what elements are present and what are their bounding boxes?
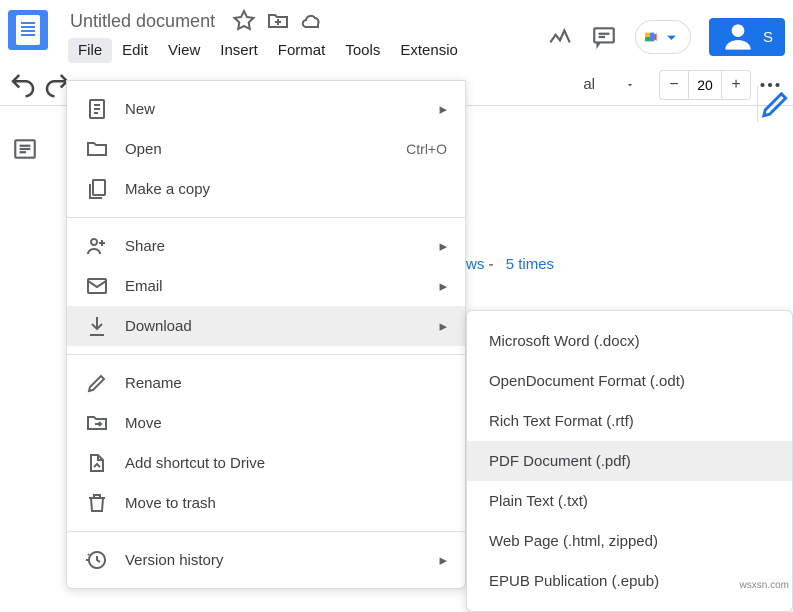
submenu-arrow-icon: ▸ [439,277,447,295]
menu-new[interactable]: New ▸ [67,89,465,129]
menu-label: Download [125,318,439,335]
chevron-down-icon [661,27,682,48]
menu-version-history[interactable]: Version history ▸ [67,540,465,580]
menu-email[interactable]: Email ▸ [67,266,465,306]
menu-rename[interactable]: Rename [67,363,465,403]
download-odt[interactable]: OpenDocument Format (.odt) [467,361,792,401]
submenu-arrow-icon: ▸ [439,551,447,569]
menu-tools[interactable]: Tools [335,38,390,63]
download-html[interactable]: Web Page (.html, zipped) [467,521,792,561]
cloud-saved-icon[interactable] [300,9,324,33]
menu-label: Make a copy [125,181,447,198]
outline-icon[interactable] [12,136,38,162]
menu-separator [67,531,465,532]
history-icon [85,548,109,572]
submenu-arrow-icon: ▸ [439,237,447,255]
folder-icon [85,137,109,161]
menu-label: New [125,101,439,118]
font-size-value[interactable]: 20 [688,71,722,99]
editing-mode-button[interactable] [757,86,793,122]
submenu-arrow-icon: ▸ [439,317,447,335]
font-size-group: − 20 + [659,70,751,100]
star-icon[interactable] [232,9,256,33]
download-icon [85,314,109,338]
move-icon [85,411,109,435]
menu-label: Move to trash [125,495,447,512]
menu-trash[interactable]: Move to trash [67,483,465,523]
document-title[interactable]: Untitled document [64,9,221,34]
menu-label: Move [125,415,447,432]
move-folder-icon[interactable] [266,9,290,33]
download-txt[interactable]: Plain Text (.txt) [467,481,792,521]
download-pdf[interactable]: PDF Document (.pdf) [467,441,792,481]
menu-insert[interactable]: Insert [210,38,268,63]
undo-button[interactable] [8,70,38,100]
menu-label: Version history [125,552,439,569]
meet-button[interactable] [635,20,691,54]
menu-label: Add shortcut to Drive [125,455,447,472]
copy-icon [85,177,109,201]
share-icon [85,234,109,258]
menu-file[interactable]: File [68,38,112,63]
download-rtf[interactable]: Rich Text Format (.rtf) [467,401,792,441]
increase-font-button[interactable]: + [722,71,750,99]
menu-move[interactable]: Move [67,403,465,443]
menu-download[interactable]: Download ▸ [67,306,465,346]
insights-icon[interactable] [547,24,573,50]
submenu-arrow-icon: ▸ [439,100,447,118]
download-submenu: Microsoft Word (.docx) OpenDocument Form… [466,310,793,612]
shortcut-icon [85,451,109,475]
font-name: al [583,76,595,93]
menu-label: Email [125,278,439,295]
menu-view[interactable]: View [158,38,210,63]
menu-label: Rename [125,375,447,392]
menu-format[interactable]: Format [268,38,336,63]
trash-icon [85,491,109,515]
menu-open[interactable]: Open Ctrl+O [67,129,465,169]
menu-separator [67,354,465,355]
rename-icon [85,371,109,395]
menu-label: Open [125,141,406,158]
document-body-text: ws - 5 times [466,256,554,273]
watermark: wsxsn.com [740,580,789,591]
chevron-down-icon [625,80,635,90]
menu-share[interactable]: Share ▸ [67,226,465,266]
font-selector[interactable]: al [575,76,643,93]
decrease-font-button[interactable]: − [660,71,688,99]
menu-extensions[interactable]: Extensio [390,38,468,63]
new-doc-icon [85,97,109,121]
share-label: S [763,29,773,46]
file-menu-dropdown: New ▸ Open Ctrl+O Make a copy Share ▸ Em… [66,80,466,589]
email-icon [85,274,109,298]
comments-icon[interactable] [591,24,617,50]
menu-make-copy[interactable]: Make a copy [67,169,465,209]
menu-edit[interactable]: Edit [112,38,158,63]
menu-add-shortcut[interactable]: Add shortcut to Drive [67,443,465,483]
menu-label: Share [125,238,439,255]
meet-icon [644,25,657,49]
shortcut-text: Ctrl+O [406,141,447,157]
share-button[interactable]: S [709,18,785,56]
person-icon [719,18,757,56]
menu-separator [67,217,465,218]
docs-logo[interactable] [8,10,48,50]
download-docx[interactable]: Microsoft Word (.docx) [467,321,792,361]
